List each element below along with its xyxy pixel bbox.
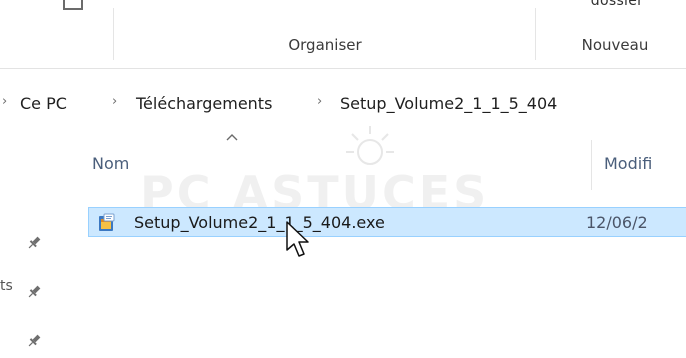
ribbon-group-new: Nouveau xyxy=(581,36,649,54)
ribbon-separator xyxy=(535,8,536,60)
breadcrumb-item-setup-folder[interactable]: Setup_Volume2_1_1_5_404 xyxy=(340,94,557,113)
new-folder-label[interactable]: dossier xyxy=(562,0,672,9)
mouse-cursor-icon xyxy=(286,221,309,257)
breadcrumb-chevron-icon: › xyxy=(317,94,323,109)
ribbon-checkbox-icon[interactable] xyxy=(63,0,83,10)
breadcrumb-item-this-pc[interactable]: Ce PC xyxy=(20,94,67,113)
file-row[interactable]: Setup_Volume2_1_1_5_404.exe 12/06/2 xyxy=(88,207,686,237)
pin-icon[interactable] xyxy=(26,235,42,251)
breadcrumb-chevron-icon: › xyxy=(2,94,8,109)
column-divider[interactable] xyxy=(591,140,592,190)
ribbon-separator xyxy=(113,8,114,60)
sidebar-item-label[interactable]: ts xyxy=(0,278,13,294)
installer-exe-icon xyxy=(99,213,115,231)
ribbon-group-organize: Organiser xyxy=(288,36,362,54)
pin-icon[interactable] xyxy=(26,333,42,349)
breadcrumb-item-downloads[interactable]: Téléchargements xyxy=(136,94,272,113)
breadcrumb[interactable]: › Ce PC › Téléchargements › Setup_Volume… xyxy=(0,86,686,124)
pin-icon[interactable] xyxy=(26,284,42,300)
column-header-modified[interactable]: Modifi xyxy=(604,140,652,204)
column-header-name[interactable]: Nom xyxy=(92,140,129,204)
file-modified-date: 12/06/2 xyxy=(586,213,648,232)
file-name[interactable]: Setup_Volume2_1_1_5_404.exe xyxy=(134,213,385,232)
ribbon: dossier Organiser Nouveau xyxy=(0,0,686,69)
watermark-bulb-icon xyxy=(346,126,394,165)
sort-ascending-icon[interactable] xyxy=(225,132,239,142)
breadcrumb-chevron-icon: › xyxy=(112,94,118,109)
